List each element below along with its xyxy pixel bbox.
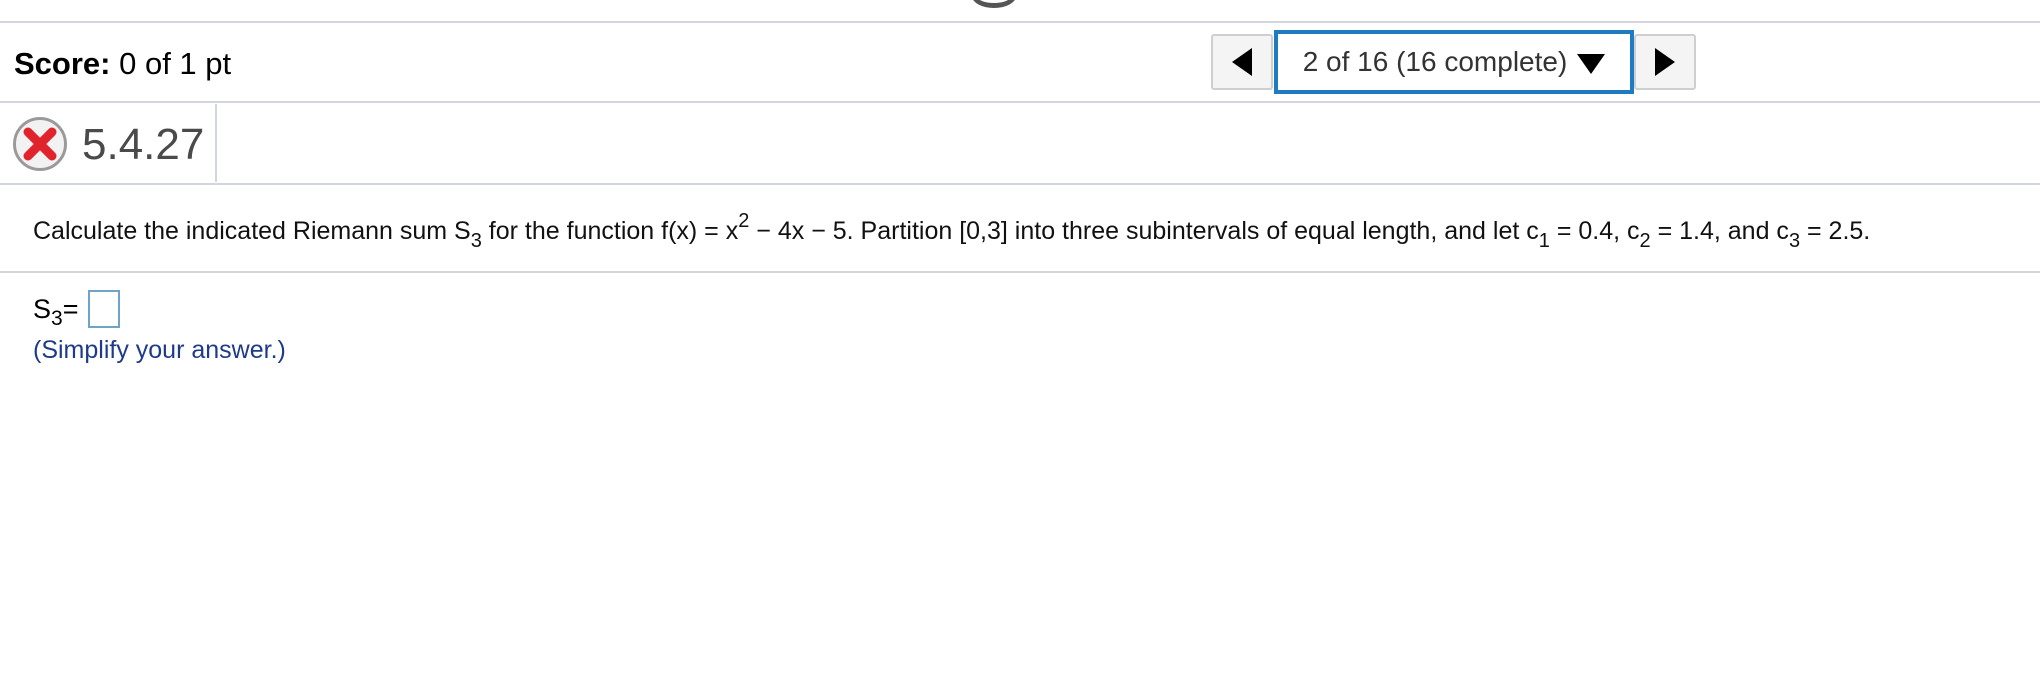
triangle-left-icon [1232, 48, 1252, 76]
question-header-divider [0, 183, 2040, 185]
red-x-icon [23, 127, 57, 161]
prev-question-button[interactable] [1211, 34, 1273, 90]
triangle-right-icon [1655, 48, 1675, 76]
answer-hint: (Simplify your answer.) [33, 336, 286, 364]
question-id-divider [215, 104, 217, 182]
top-partial-glyph [972, 0, 1016, 8]
question-text: Calculate the indicated Riemann sum S3 f… [33, 210, 1871, 252]
question-body-divider [0, 271, 2040, 273]
question-selector-label: 2 of 16 (16 complete) [1302, 46, 1568, 77]
answer-label: S3 [33, 294, 63, 330]
top-divider [0, 21, 2040, 23]
header-divider [0, 101, 2040, 103]
question-selector-dropdown[interactable]: 2 of 16 (16 complete) [1274, 30, 1634, 94]
next-question-button[interactable] [1634, 34, 1696, 90]
triangle-down-icon [1577, 54, 1606, 74]
question-id: 5.4.27 [82, 120, 205, 169]
incorrect-status-icon [13, 117, 67, 171]
answer-row: S3 = [33, 289, 121, 330]
score-label: Score: [14, 46, 111, 81]
answer-input[interactable] [88, 290, 121, 328]
score-display: Score: 0 of 1 pt [14, 44, 231, 84]
score-value: 0 of 1 pt [119, 46, 232, 81]
